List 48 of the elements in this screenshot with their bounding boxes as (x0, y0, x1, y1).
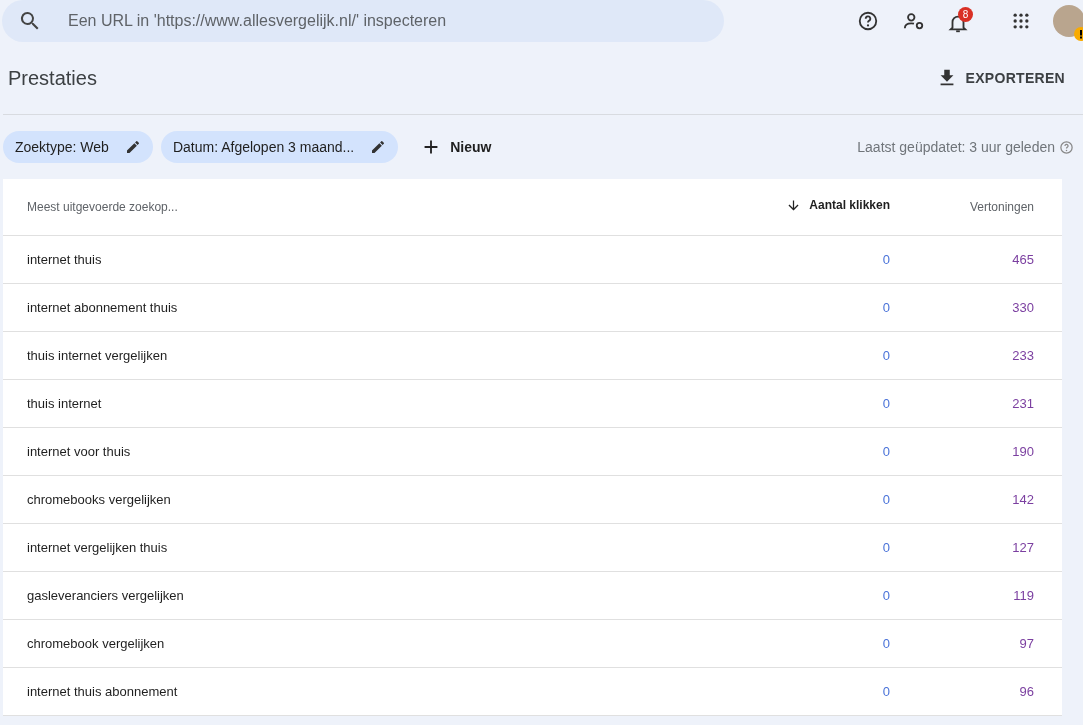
impressions-cell: 119 (1013, 587, 1034, 603)
impressions-cell: 96 (1019, 683, 1034, 699)
query-cell: internet voor thuis (27, 443, 131, 459)
column-header[interactable]: Meest uitgevoerde zoekop... (27, 198, 178, 216)
export-button[interactable]: EXPORTEREN (929, 66, 1071, 90)
pencil-icon (370, 139, 387, 155)
impressions-cell: 233 (1012, 347, 1034, 363)
clicks-cell: 0 (882, 347, 890, 363)
impressions-cell: 231 (1012, 395, 1034, 411)
impressions-cell: 190 (1012, 443, 1034, 459)
new-filter-button[interactable]: Nieuw (414, 135, 498, 159)
user-settings-icon[interactable] (903, 10, 925, 32)
impressions-cell: 330 (1012, 299, 1034, 315)
search-field[interactable]: Een URL in 'https://www.allesvergelijk.nl/' inspecteren (2, 0, 724, 42)
clicks-cell: 0 (882, 251, 890, 267)
impressions-cell: 97 (1019, 635, 1034, 651)
query-cell: internet thuis abonnement (27, 683, 178, 699)
pencil-icon (124, 139, 141, 155)
clicks-cell: 0 (882, 491, 890, 507)
query-cell: internet vergelijken thuis (27, 539, 168, 555)
search-input[interactable]: Een URL in 'https://www.allesvergelijk.nl/' inspecteren (66, 8, 706, 34)
page-title: Prestaties (8, 66, 97, 91)
clicks-cell: 0 (882, 683, 890, 699)
query-cell: chromebook vergelijken (27, 635, 165, 651)
notification-badge: 8 (958, 7, 973, 22)
apps-grid-icon[interactable] (1011, 11, 1031, 31)
filter-chip[interactable]: Zoektype: Web (3, 131, 153, 163)
clicks-cell: 0 (882, 587, 890, 603)
filter-chip[interactable]: Datum: Afgelopen 3 maand... (160, 131, 399, 163)
help-icon (1059, 139, 1074, 155)
query-cell: gasleveranciers vergelijken (27, 587, 184, 603)
clicks-cell: 0 (882, 539, 890, 555)
column-header[interactable]: Vertoningen (969, 198, 1034, 216)
column-header[interactable]: Aantal klikken (786, 196, 890, 215)
query-cell: thuis internet (27, 395, 102, 411)
clicks-cell: 0 (882, 635, 890, 651)
impressions-cell: 142 (1012, 491, 1034, 507)
clicks-cell: 0 (882, 443, 890, 459)
clicks-cell: 0 (882, 299, 890, 315)
help-icon[interactable] (857, 10, 879, 32)
last-updated-text: Laatst geüpdatet: 3 uur geleden (857, 137, 1055, 157)
impressions-cell: 127 (1012, 539, 1034, 555)
query-cell: chromebooks vergelijken (27, 491, 171, 507)
clicks-cell: 0 (882, 395, 890, 411)
impressions-cell: 465 (1012, 251, 1034, 267)
query-cell: thuis internet vergelijken (27, 347, 168, 363)
query-cell: internet thuis (27, 251, 102, 267)
query-cell: internet abonnement thuis (27, 299, 178, 315)
